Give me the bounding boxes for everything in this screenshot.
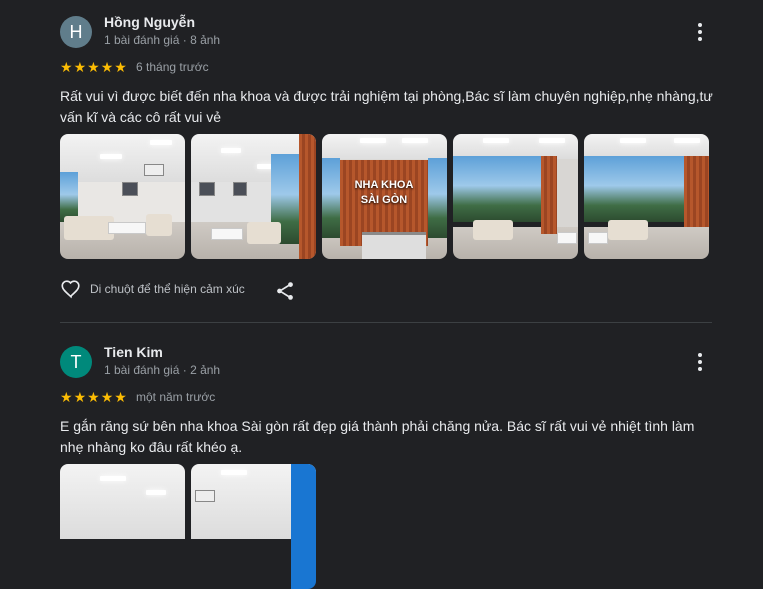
review-text: Rất vui vì được biết đến nha khoa và đượ…	[60, 88, 713, 125]
star-icon: ★	[87, 59, 100, 75]
avatar[interactable]: H	[60, 16, 92, 48]
review-photo[interactable]	[60, 464, 185, 589]
more-vert-icon	[698, 23, 702, 27]
reviewer-meta: 1 bài đánh giá · 2 ảnh	[104, 363, 221, 377]
star-icon: ★	[87, 389, 100, 405]
review-text: E gắn răng sứ bên nha khoa Sài gòn rất đ…	[60, 418, 695, 455]
review-photo[interactable]	[191, 464, 316, 589]
review-photo[interactable]: NHA KHOA SÀI GÒN	[322, 134, 447, 259]
star-rating: ★ ★ ★ ★ ★	[60, 389, 127, 405]
more-vert-icon	[698, 353, 702, 357]
review-photo[interactable]	[60, 134, 185, 259]
avatar[interactable]: T	[60, 346, 92, 378]
star-icon: ★	[100, 389, 114, 405]
star-icon: ★	[73, 389, 87, 405]
review-photos: NHA KHOA SÀI GÒN	[60, 134, 709, 259]
reaction-bar: Di chuột để thể hiện cảm xúc	[60, 278, 245, 300]
star-rating: ★ ★ ★ ★ ★	[60, 59, 127, 75]
star-icon: ★	[60, 59, 73, 75]
review-photo[interactable]	[453, 134, 578, 259]
divider	[60, 322, 712, 323]
review-photos	[60, 464, 316, 589]
review-photo[interactable]	[191, 134, 316, 259]
review-time: 6 tháng trước	[136, 60, 209, 74]
star-icon: ★	[60, 389, 73, 405]
star-icon: ★	[100, 59, 114, 75]
heart-outline-icon[interactable]	[60, 278, 82, 300]
reviewer-name[interactable]: Tien Kim	[104, 344, 163, 360]
star-icon: ★	[114, 59, 127, 75]
review-photo[interactable]	[584, 134, 709, 259]
more-options-button[interactable]	[688, 352, 712, 372]
reaction-hint: Di chuột để thể hiện cảm xúc	[90, 282, 245, 296]
reviewer-meta: 1 bài đánh giá · 8 ảnh	[104, 33, 221, 47]
more-options-button[interactable]	[688, 22, 712, 42]
clinic-sign: NHA KHOA SÀI GÒN	[354, 179, 414, 206]
star-icon: ★	[73, 59, 87, 75]
star-icon: ★	[114, 389, 127, 405]
review-time: một năm trước	[136, 390, 216, 404]
share-icon[interactable]	[274, 280, 296, 302]
reviewer-name[interactable]: Hồng Nguyễn	[104, 14, 195, 30]
